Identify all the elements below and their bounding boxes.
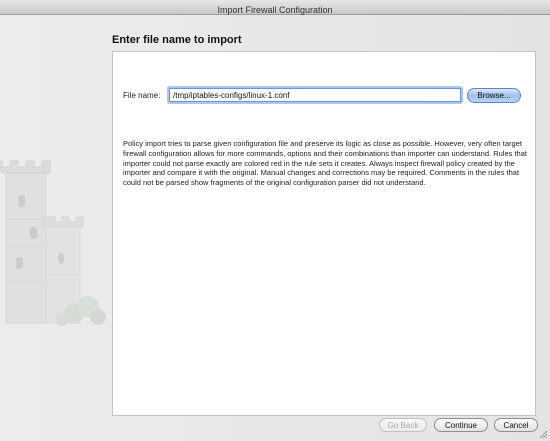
- file-name-label: File name:: [123, 91, 161, 100]
- continue-button[interactable]: Continue: [434, 418, 488, 432]
- content-panel: File name: Browse... Policy import tries…: [112, 51, 536, 416]
- go-back-button[interactable]: Go Back: [379, 418, 427, 432]
- page-title: Enter file name to import: [112, 34, 242, 46]
- file-name-input[interactable]: [169, 88, 461, 102]
- resize-grip-icon[interactable]: [539, 430, 548, 439]
- title-bar[interactable]: Import Firewall Configuration: [0, 0, 550, 15]
- browse-button[interactable]: Browse...: [467, 88, 521, 103]
- window-title: Import Firewall Configuration: [217, 5, 333, 15]
- import-description: Policy import tries to parse given confi…: [123, 139, 527, 188]
- cancel-button[interactable]: Cancel: [494, 418, 538, 432]
- wizard-window: Enter file name to import File name: Bro…: [0, 15, 550, 441]
- castle-icon: [0, 160, 106, 326]
